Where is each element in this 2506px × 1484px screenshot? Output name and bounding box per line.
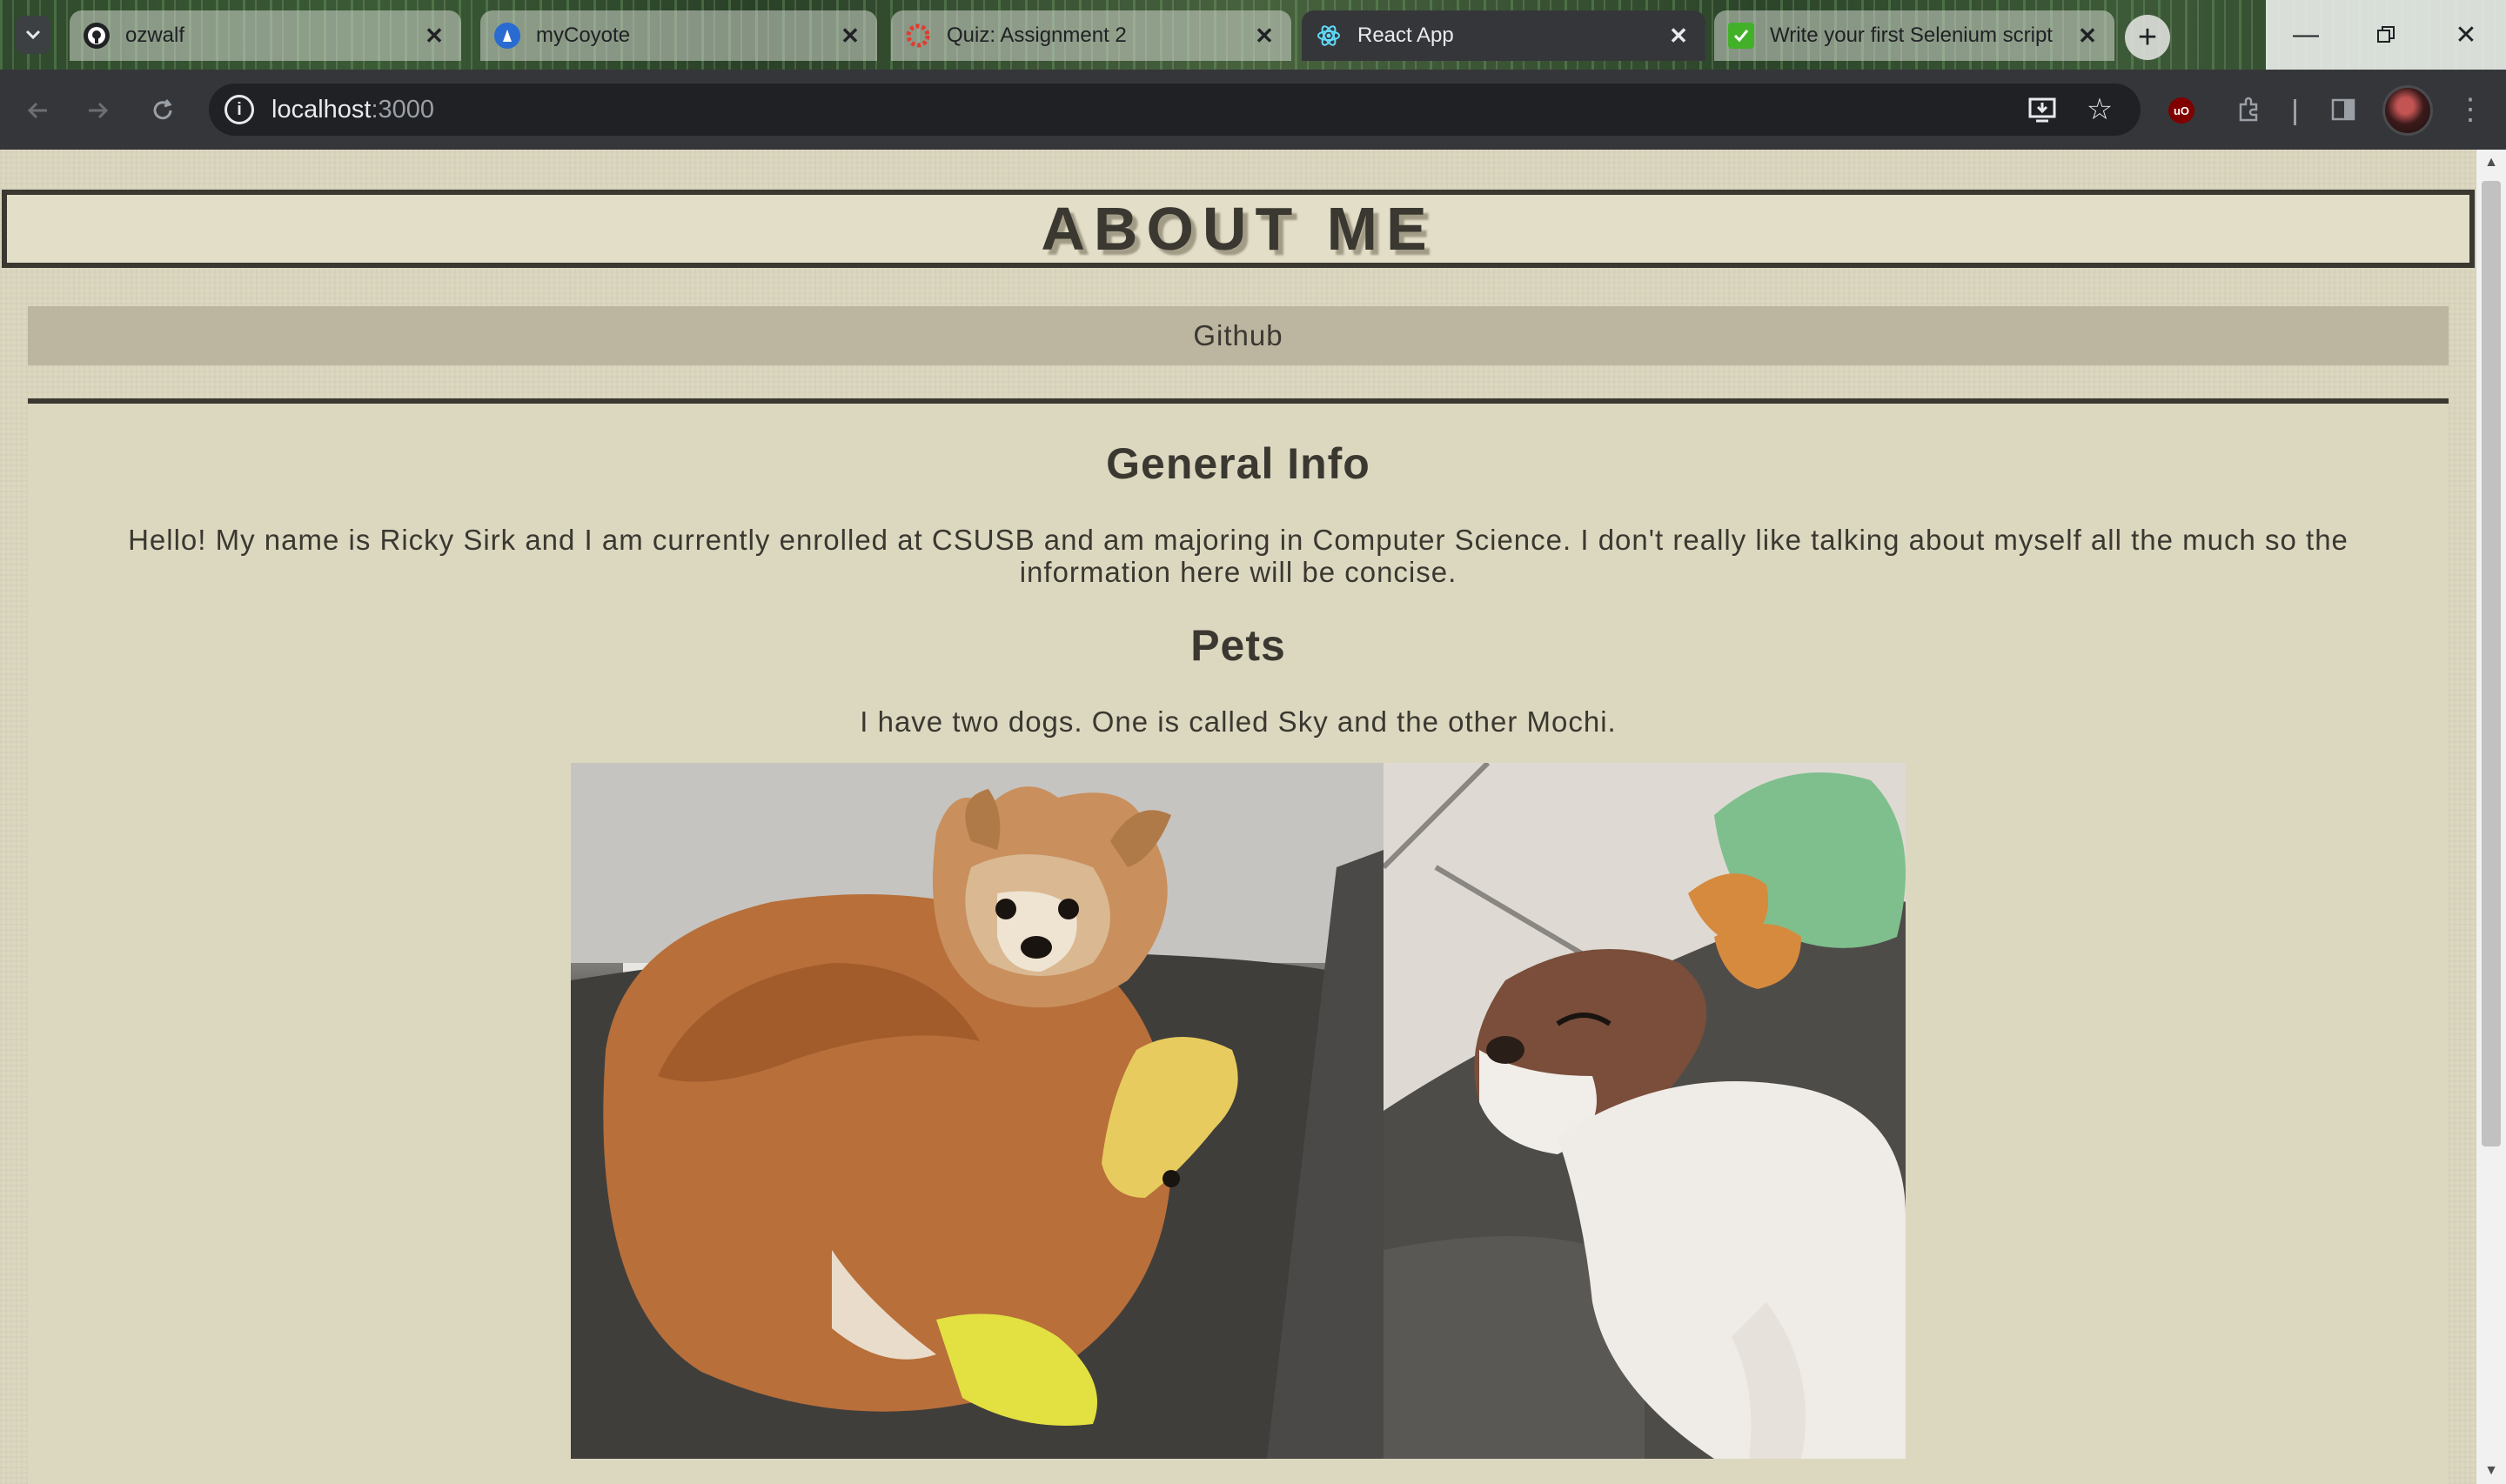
main-content: General Info Hello! My name is Ricky Sir… [28, 398, 2449, 1484]
github-link[interactable]: Github [1193, 319, 1283, 352]
tab-strip: ozwalf ✕ myCoyote ✕ Quiz: Assignment 2 ✕… [0, 0, 2506, 70]
close-icon[interactable]: ✕ [2074, 23, 2101, 49]
dog-mochi-illustration [1384, 763, 1906, 1459]
scroll-down-arrow-icon[interactable]: ▼ [2476, 1458, 2506, 1484]
general-info-heading: General Info [1106, 439, 1370, 488]
page-header: ABOUT ME [2, 190, 2475, 268]
browser-toolbar: i localhost:3000 ☆ uO ⋮ [0, 70, 2506, 150]
scrollbar-thumb[interactable] [2482, 181, 2501, 1146]
react-icon [1316, 23, 1342, 49]
extensions-icon[interactable] [2229, 90, 2269, 130]
page-scrollbar[interactable]: ▲ ▼ [2476, 150, 2506, 1484]
reload-button[interactable] [139, 87, 186, 134]
tab-title: myCoyote [536, 23, 631, 47]
close-icon[interactable]: ✕ [421, 23, 447, 49]
back-button[interactable] [14, 87, 61, 134]
scroll-up-arrow-icon[interactable]: ▲ [2476, 150, 2506, 176]
install-app-icon[interactable] [2022, 90, 2062, 130]
arrow-left-icon [27, 102, 47, 119]
minimize-button[interactable]: — [2266, 0, 2346, 70]
menu-kebab-icon[interactable]: ⋮ [2450, 90, 2490, 130]
side-panel-icon[interactable] [2323, 90, 2363, 130]
dog-sky-illustration [571, 763, 1384, 1459]
close-icon[interactable]: ✕ [1665, 23, 1692, 49]
pets-text: I have two dogs. One is called Sky and t… [860, 705, 1617, 738]
restore-icon [2377, 26, 2395, 43]
ublock-origin-icon[interactable]: uO [2168, 97, 2194, 124]
tab-title: React App [1357, 23, 1454, 47]
site-info-icon[interactable]: i [224, 95, 254, 124]
general-info-text: Hello! My name is Ricky Sirk and I am cu… [128, 524, 2349, 588]
tab-title: ozwalf [125, 23, 185, 47]
close-icon[interactable]: ✕ [1251, 23, 1277, 49]
close-icon[interactable]: ✕ [837, 23, 863, 49]
mycoyote-icon [494, 23, 520, 49]
tab-selenium[interactable]: Write your first Selenium script ✕ [1714, 10, 2114, 61]
chevron-down-icon [25, 30, 41, 40]
address-port: :3000 [371, 95, 435, 124]
page-title: ABOUT ME [1041, 195, 1436, 263]
tab-title: Write your first Selenium script [1770, 23, 2053, 47]
tab-react-app[interactable]: React App ✕ [1302, 10, 1705, 61]
tab-ozwalf[interactable]: ozwalf ✕ [70, 10, 461, 61]
forward-button[interactable] [75, 87, 122, 134]
pets-heading: Pets [1190, 621, 1286, 670]
arrow-right-icon [89, 102, 109, 119]
dog-photo-sky [571, 763, 1384, 1459]
bookmark-star-icon[interactable]: ☆ [2080, 90, 2120, 130]
close-window-button[interactable]: ✕ [2426, 0, 2506, 70]
nav-bar: Github [28, 306, 2449, 365]
tab-title: Quiz: Assignment 2 [947, 23, 1127, 47]
profile-avatar[interactable] [2382, 85, 2433, 136]
github-icon [84, 23, 110, 49]
tab-mycoyote[interactable]: myCoyote ✕ [480, 10, 877, 61]
new-tab-button[interactable]: + [2125, 15, 2170, 60]
reload-icon [153, 99, 172, 120]
address-bar[interactable]: i localhost:3000 [209, 84, 2141, 136]
toolbar-divider [2294, 99, 2296, 125]
canvas-icon [905, 23, 931, 49]
tab-search-button[interactable] [16, 16, 50, 54]
window-controls: — ✕ [2266, 0, 2506, 70]
dog-photo-mochi [1384, 763, 1906, 1459]
restore-button[interactable] [2346, 0, 2426, 70]
address-host: localhost [271, 95, 372, 124]
tab-quiz-assignment[interactable]: Quiz: Assignment 2 ✕ [891, 10, 1291, 61]
selenium-icon [1728, 23, 1754, 49]
page-viewport: ABOUT ME Github General Info Hello! My n… [0, 150, 2476, 1484]
